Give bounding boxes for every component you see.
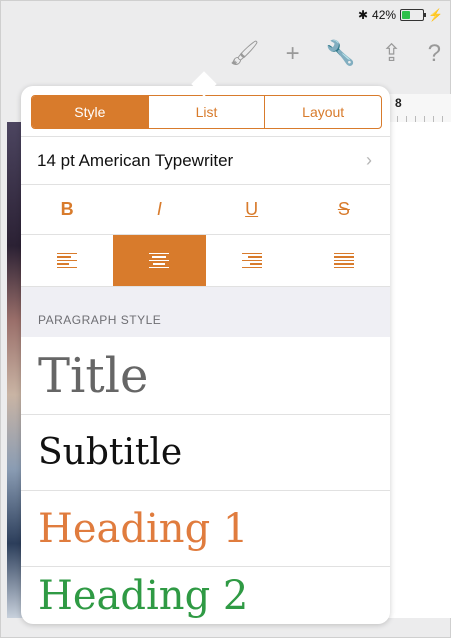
chevron-right-icon: › bbox=[366, 150, 372, 170]
bluetooth-icon: ✱ bbox=[357, 8, 369, 22]
tab-list[interactable]: List bbox=[147, 96, 265, 128]
paragraph-style-subtitle[interactable]: Subtitle bbox=[21, 415, 390, 491]
bold-button[interactable]: B bbox=[21, 184, 113, 234]
paragraph-style-heading-2[interactable]: Heading 2 bbox=[21, 567, 390, 624]
align-center-icon bbox=[149, 252, 170, 269]
paragraph-style-section: PARAGRAPH STYLE bbox=[21, 287, 390, 337]
align-justify-icon bbox=[333, 252, 354, 269]
align-center-button[interactable] bbox=[113, 235, 206, 286]
paintbrush-icon[interactable]: 🖌 bbox=[229, 40, 259, 68]
paragraph-style-label: Title bbox=[38, 348, 149, 404]
status-bar: ✱ 42% ⚡ bbox=[358, 8, 443, 22]
align-right-button[interactable] bbox=[206, 235, 298, 286]
align-justify-button[interactable] bbox=[298, 235, 390, 286]
font-selector[interactable]: 14 pt American Typewriter › bbox=[21, 136, 390, 185]
tab-layout[interactable]: Layout bbox=[264, 96, 381, 128]
ruler-number: 8 bbox=[395, 96, 402, 110]
italic-icon: I bbox=[156, 198, 162, 219]
align-right-icon bbox=[241, 252, 262, 269]
underline-icon: U bbox=[245, 198, 259, 219]
wrench-icon[interactable]: 🔧 bbox=[326, 40, 356, 68]
italic-button[interactable]: I bbox=[113, 184, 205, 234]
paragraph-style-heading-1[interactable]: Heading 1 bbox=[21, 491, 390, 567]
format-popover: Style List Layout 14 pt American Typewri… bbox=[21, 86, 390, 624]
document-page bbox=[388, 122, 451, 618]
font-label: 14 pt American Typewriter bbox=[37, 150, 234, 170]
tab-style[interactable]: Style bbox=[32, 96, 148, 128]
text-style-row: B I U S bbox=[21, 184, 390, 235]
align-left-button[interactable] bbox=[21, 235, 113, 286]
plus-icon[interactable]: + bbox=[286, 40, 300, 68]
paragraph-style-title[interactable]: Title bbox=[21, 338, 390, 415]
toolbar: 🖌 + 🔧 ⇪ ? bbox=[229, 40, 441, 68]
paragraph-style-label: Heading 2 bbox=[38, 572, 249, 619]
bold-icon: B bbox=[60, 198, 74, 219]
strikethrough-icon: S bbox=[337, 198, 350, 219]
help-icon[interactable]: ? bbox=[428, 40, 441, 68]
underline-button[interactable]: U bbox=[206, 184, 298, 234]
paragraph-style-label: Heading 1 bbox=[38, 505, 249, 552]
format-tabs: Style List Layout bbox=[31, 95, 382, 129]
share-icon[interactable]: ⇪ bbox=[382, 40, 402, 68]
charging-icon: ⚡ bbox=[428, 8, 443, 22]
section-header: PARAGRAPH STYLE bbox=[38, 313, 162, 327]
alignment-row bbox=[21, 235, 390, 287]
ruler: 8 bbox=[388, 94, 451, 123]
battery-fill bbox=[402, 11, 411, 19]
battery-percent: 42% bbox=[372, 8, 397, 22]
align-left-icon bbox=[57, 252, 78, 269]
strikethrough-button[interactable]: S bbox=[298, 184, 390, 234]
paragraph-style-label: Subtitle bbox=[38, 432, 183, 473]
battery-icon bbox=[400, 9, 427, 21]
